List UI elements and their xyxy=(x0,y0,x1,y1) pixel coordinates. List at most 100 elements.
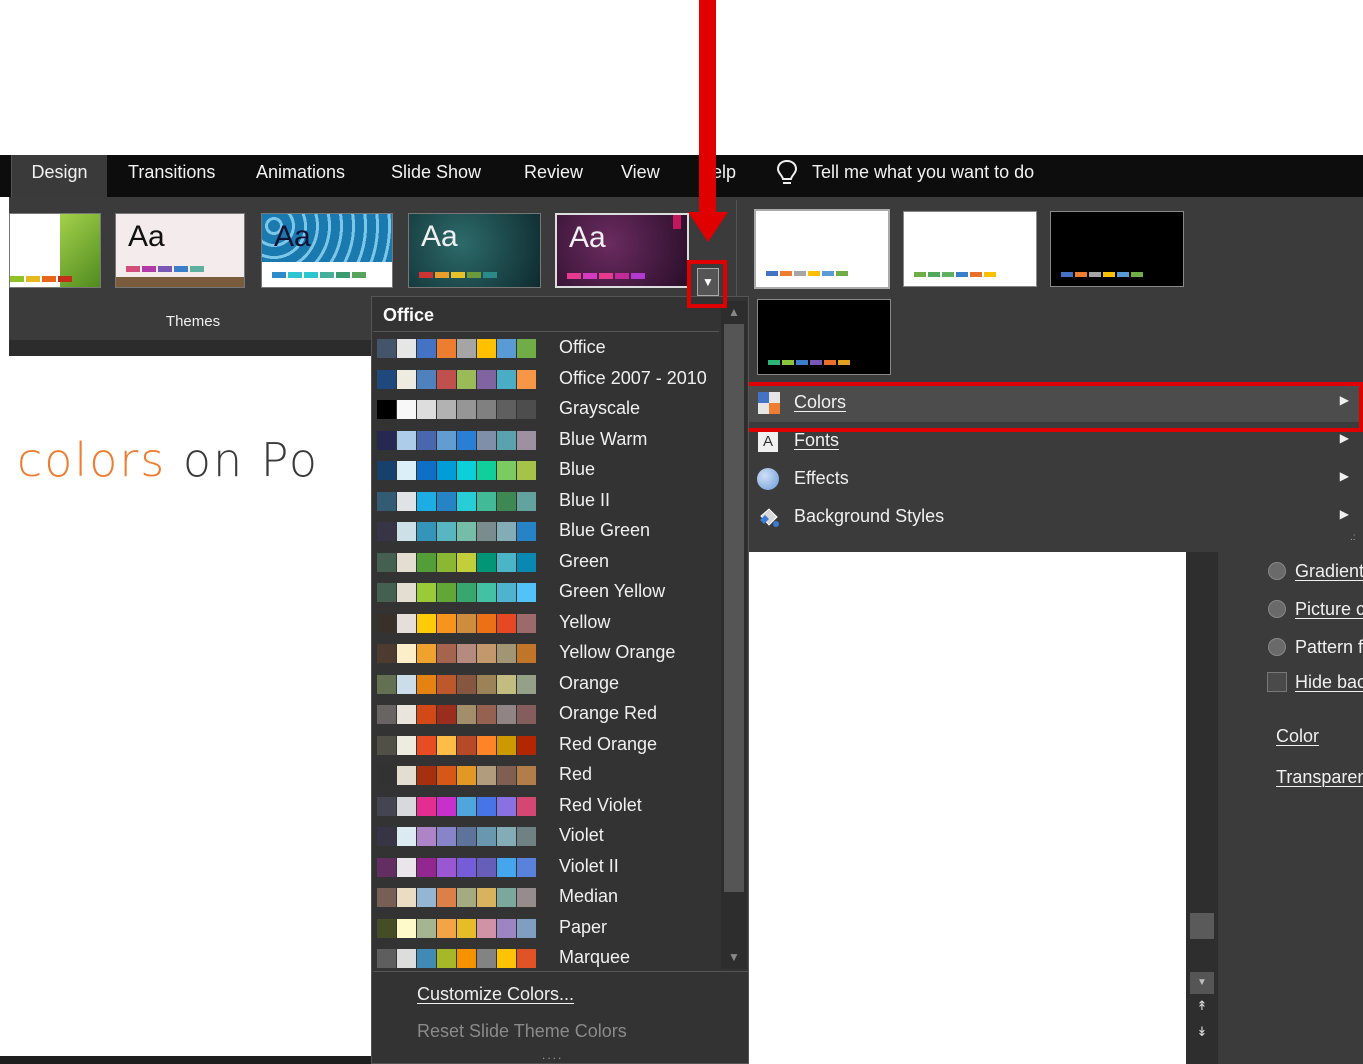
color-scheme-item[interactable]: Violet II xyxy=(377,853,719,881)
color-scheme-item[interactable]: Red xyxy=(377,761,719,789)
option-picture-fill[interactable]: Picture c xyxy=(1295,599,1363,620)
tab-review[interactable]: Review xyxy=(524,155,583,197)
format-background-pane xyxy=(1218,552,1363,1064)
color-swatch xyxy=(377,491,396,511)
dropdown-scrollbar-thumb[interactable] xyxy=(724,324,744,892)
radio-pattern-fill[interactable] xyxy=(1268,638,1286,656)
color-swatch xyxy=(477,796,496,816)
color-swatch xyxy=(377,461,396,480)
color-scheme-item[interactable]: Blue xyxy=(377,456,719,484)
color-scheme-item[interactable]: Red Violet xyxy=(377,792,719,820)
tab-view[interactable]: View xyxy=(621,155,660,197)
variant-thumbnail-2[interactable] xyxy=(903,211,1037,287)
previous-slide-icon[interactable]: ↟ xyxy=(1190,998,1214,1018)
color-scheme-item[interactable]: Orange Red xyxy=(377,700,719,728)
color-swatch xyxy=(417,491,436,511)
checkbox-hide-background[interactable] xyxy=(1267,672,1287,692)
color-scheme-item[interactable]: Blue Green xyxy=(377,517,719,545)
variant-thumbnail-3[interactable] xyxy=(1050,211,1184,287)
customize-colors-button[interactable]: Customize Colors... xyxy=(417,984,574,1005)
radio-picture-fill[interactable] xyxy=(1268,600,1286,618)
scroll-down-icon[interactable]: ▼ xyxy=(1190,972,1214,994)
color-scheme-item[interactable]: Median xyxy=(377,883,719,911)
color-scheme-item[interactable]: Green xyxy=(377,548,719,576)
tab-design[interactable]: Design xyxy=(11,155,107,197)
color-swatch xyxy=(517,827,536,846)
theme-thumbnail-celestial[interactable]: Aa xyxy=(261,213,393,288)
tab-animations[interactable]: Animations xyxy=(256,155,345,197)
variants-menu-effects[interactable]: Effects ▶ xyxy=(742,460,1363,498)
variant-thumbnail-4[interactable] xyxy=(757,299,891,375)
color-swatch xyxy=(417,430,436,450)
color-swatch xyxy=(397,674,416,694)
color-swatch xyxy=(497,857,516,877)
annotation-arrow xyxy=(699,0,716,220)
color-swatch xyxy=(497,796,516,816)
tab-transitions[interactable]: Transitions xyxy=(128,155,215,197)
color-swatch xyxy=(517,796,536,816)
color-scheme-item[interactable]: Orange xyxy=(377,670,719,698)
theme-thumbnail-savon[interactable]: Aa xyxy=(408,213,541,288)
color-swatch xyxy=(437,461,456,480)
next-slide-icon[interactable]: ↡ xyxy=(1190,1024,1214,1044)
color-swatch xyxy=(417,796,436,816)
color-scheme-item[interactable]: Paper xyxy=(377,914,719,942)
option-gradient-fill[interactable]: Gradient xyxy=(1295,561,1363,582)
color-swatch xyxy=(517,461,536,480)
color-swatch xyxy=(417,949,436,968)
color-swatch xyxy=(437,796,456,816)
scroll-down-icon[interactable]: ▼ xyxy=(721,945,747,969)
color-swatch xyxy=(397,552,416,572)
color-scheme-item[interactable]: Violet xyxy=(377,822,719,850)
scrollbar-thumb[interactable] xyxy=(1190,913,1214,939)
color-swatch xyxy=(397,400,416,419)
color-swatch xyxy=(397,644,416,663)
color-swatch xyxy=(517,339,536,358)
option-pattern-fill[interactable]: Pattern f xyxy=(1295,637,1363,658)
theme-thumbnail-facet[interactable] xyxy=(9,213,101,288)
color-scheme-item[interactable]: Yellow Orange xyxy=(377,639,719,667)
submenu-arrow-icon: ▶ xyxy=(1339,507,1349,521)
color-scheme-item[interactable]: Green Yellow xyxy=(377,578,719,606)
color-swatch xyxy=(457,735,476,755)
color-scheme-item[interactable]: Office xyxy=(377,334,719,362)
tab-slide-show[interactable]: Slide Show xyxy=(391,155,481,197)
submenu-arrow-icon: ▶ xyxy=(1339,431,1349,445)
color-swatch xyxy=(377,918,396,938)
reset-slide-theme-colors-button[interactable]: Reset Slide Theme Colors xyxy=(417,1021,627,1042)
color-swatch xyxy=(397,918,416,938)
variants-menu-background-styles[interactable]: Background Styles ▶ xyxy=(742,498,1363,536)
color-swatch xyxy=(397,339,416,358)
theme-thumbnail-ion[interactable]: Aa xyxy=(115,213,245,288)
color-swatch xyxy=(497,766,516,785)
color-scheme-item[interactable]: Blue Warm xyxy=(377,426,719,454)
color-swatch xyxy=(477,613,496,633)
color-scheme-item[interactable]: Marquee xyxy=(377,944,719,972)
color-scheme-swatches xyxy=(377,766,537,785)
color-swatch xyxy=(497,674,516,694)
slide-title[interactable]: colors on Po xyxy=(17,433,319,487)
theme-thumbnail-berlin[interactable]: Aa xyxy=(555,213,689,288)
color-swatch xyxy=(377,552,396,572)
color-swatch xyxy=(517,857,536,877)
radio-gradient-fill[interactable] xyxy=(1268,562,1286,580)
variant-thumbnail-1[interactable] xyxy=(754,209,890,289)
color-swatch xyxy=(477,857,496,877)
option-hide-background[interactable]: Hide bac xyxy=(1295,672,1363,693)
color-swatch xyxy=(417,339,436,358)
color-scheme-swatches xyxy=(377,644,537,663)
resize-grip-icon[interactable]: .: xyxy=(1350,532,1356,543)
tell-me-search[interactable]: Tell me what you want to do xyxy=(812,155,1034,197)
color-swatch xyxy=(437,674,456,694)
color-swatch xyxy=(517,491,536,511)
slide-canvas-right[interactable] xyxy=(750,552,1172,1064)
color-scheme-item[interactable]: Yellow xyxy=(377,609,719,637)
dropdown-resize-grip[interactable]: .... xyxy=(542,1048,563,1062)
color-scheme-item[interactable]: Red Orange xyxy=(377,731,719,759)
color-scheme-item[interactable]: Grayscale xyxy=(377,395,719,423)
color-swatch xyxy=(377,430,396,450)
color-scheme-item[interactable]: Blue II xyxy=(377,487,719,515)
color-scheme-item[interactable]: Office 2007 - 2010 xyxy=(377,365,719,393)
color-swatch xyxy=(457,613,476,633)
vertical-scrollbar[interactable]: ▼ ↟ ↡ xyxy=(1186,552,1218,1064)
